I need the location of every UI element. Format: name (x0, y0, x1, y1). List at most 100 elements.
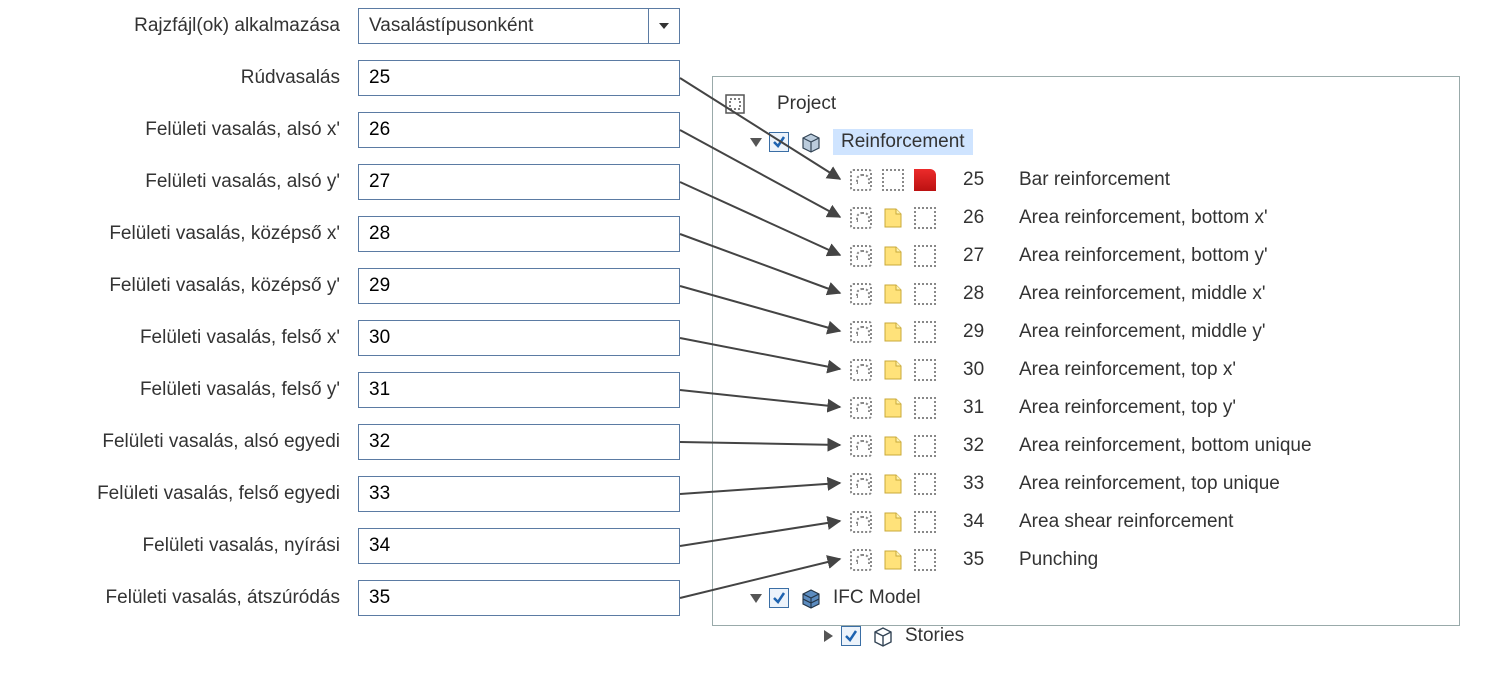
file-icon (879, 357, 907, 383)
field-label: Felületi vasalás, alsó egyedi (0, 431, 358, 453)
layer-row-28[interactable]: 28 Area reinforcement, middle x' (719, 275, 1453, 313)
layer-name: Area reinforcement, middle x' (1019, 283, 1266, 305)
lock-slot-icon (847, 319, 875, 345)
field-input-28[interactable] (358, 216, 680, 252)
tree-node-reinforcement[interactable]: Reinforcement (719, 123, 1453, 161)
layer-row-35[interactable]: 35 Punching (719, 541, 1453, 579)
layer-row-32[interactable]: 32 Area reinforcement, bottom unique (719, 427, 1453, 465)
lock-slot-icon (847, 547, 875, 573)
tree-label: Reinforcement (833, 129, 973, 155)
field-label: Felületi vasalás, felső egyedi (0, 483, 358, 505)
cube-icon (799, 130, 823, 154)
empty-slot-icon (911, 509, 939, 535)
layer-name: Area reinforcement, top y' (1019, 397, 1236, 419)
field-input-25[interactable] (358, 60, 680, 96)
lock-slot-icon (847, 433, 875, 459)
lock-slot-icon (847, 395, 875, 421)
layer-row-26[interactable]: 26 Area reinforcement, bottom x' (719, 199, 1453, 237)
empty-slot-icon (911, 471, 939, 497)
layer-name: Area reinforcement, bottom y' (1019, 245, 1268, 267)
field-label: Felületi vasalás, alsó y' (0, 171, 358, 193)
layer-number: 35 (963, 549, 1013, 571)
layer-number: 25 (963, 169, 1013, 191)
file-icon (911, 167, 939, 193)
layer-number: 29 (963, 321, 1013, 343)
project-icon (723, 92, 747, 116)
empty-slot-icon (911, 281, 939, 307)
empty-slot-icon (911, 547, 939, 573)
field-input-31[interactable] (358, 372, 680, 408)
layer-row-31[interactable]: 31 Area reinforcement, top y' (719, 389, 1453, 427)
file-icon (879, 509, 907, 535)
file-icon (879, 547, 907, 573)
expand-arrow-icon[interactable] (749, 591, 763, 605)
layer-number: 33 (963, 473, 1013, 495)
dropdown-arrow-icon (648, 9, 679, 43)
project-tree-panel: Project Reinforcement 25 Bar reinforcemen… (712, 76, 1460, 626)
empty-slot-icon (911, 357, 939, 383)
settings-form: Rajzfájl(ok) alkalmazása Vasalástípusonk… (0, 0, 680, 624)
layer-row-33[interactable]: 33Area reinforcement, top unique (719, 465, 1453, 503)
tree-node-ifc-model[interactable]: IFC Model (719, 579, 1453, 617)
layer-number: 26 (963, 207, 1013, 229)
lock-slot-icon (847, 205, 875, 231)
layer-row-25[interactable]: 25 Bar reinforcement (719, 161, 1453, 199)
tree-node-project[interactable]: Project (719, 85, 1453, 123)
field-input-30[interactable] (358, 320, 680, 356)
tree-node-stories[interactable]: Stories (719, 617, 1453, 655)
expand-arrow-icon[interactable] (821, 629, 835, 643)
layer-name: Area shear reinforcement (1019, 511, 1233, 533)
lock-slot-icon (847, 357, 875, 383)
empty-slot-icon (911, 205, 939, 231)
checkbox-stories[interactable] (841, 626, 861, 646)
file-icon (879, 471, 907, 497)
select-value: Vasalástípusonként (369, 15, 533, 37)
field-input-32[interactable] (358, 424, 680, 460)
layer-name: Bar reinforcement (1019, 169, 1170, 191)
layer-name: Punching (1019, 549, 1098, 571)
layer-name: Area reinforcement, top x' (1019, 359, 1236, 381)
empty-slot-icon (911, 243, 939, 269)
expand-arrow-icon[interactable] (749, 135, 763, 149)
select-reinforcement-type[interactable]: Vasalástípusonként (358, 8, 680, 44)
file-icon (879, 205, 907, 231)
field-input-35[interactable] (358, 580, 680, 616)
layer-row-29[interactable]: 29Area reinforcement, middle y' (719, 313, 1453, 351)
empty-slot-icon (911, 395, 939, 421)
field-input-34[interactable] (358, 528, 680, 564)
layer-name: Area reinforcement, bottom x' (1019, 207, 1268, 229)
field-label: Felületi vasalás, felső y' (0, 379, 358, 401)
checkbox-ifc-model[interactable] (769, 588, 789, 608)
layer-number: 28 (963, 283, 1013, 305)
layer-name: Area reinforcement, bottom unique (1019, 435, 1312, 457)
cube-stack-icon (799, 586, 823, 610)
layer-number: 31 (963, 397, 1013, 419)
layer-row-27[interactable]: 27 Area reinforcement, bottom y' (719, 237, 1453, 275)
lock-slot-icon (847, 471, 875, 497)
layer-number: 30 (963, 359, 1013, 381)
layer-number: 32 (963, 435, 1013, 457)
file-icon (879, 281, 907, 307)
field-label: Felületi vasalás, átszúródás (0, 587, 358, 609)
field-input-29[interactable] (358, 268, 680, 304)
file-icon (879, 243, 907, 269)
field-label: Rúdvasalás (0, 67, 358, 89)
field-label: Felületi vasalás, felső x' (0, 327, 358, 349)
layer-number: 27 (963, 245, 1013, 267)
field-label: Felületi vasalás, nyírási (0, 535, 358, 557)
empty-slot-icon (911, 319, 939, 345)
lock-slot-icon (847, 281, 875, 307)
field-input-26[interactable] (358, 112, 680, 148)
field-input-27[interactable] (358, 164, 680, 200)
field-label: Felületi vasalás, középső y' (0, 275, 358, 297)
file-icon (879, 433, 907, 459)
field-label: Felületi vasalás, középső x' (0, 223, 358, 245)
checkbox-reinforcement[interactable] (769, 132, 789, 152)
tree-label: Project (777, 93, 836, 115)
layer-row-34[interactable]: 34Area shear reinforcement (719, 503, 1453, 541)
file-icon (879, 319, 907, 345)
field-input-33[interactable] (358, 476, 680, 512)
empty-slot-icon (879, 167, 907, 193)
empty-slot-icon (911, 433, 939, 459)
layer-row-30[interactable]: 30 Area reinforcement, top x' (719, 351, 1453, 389)
